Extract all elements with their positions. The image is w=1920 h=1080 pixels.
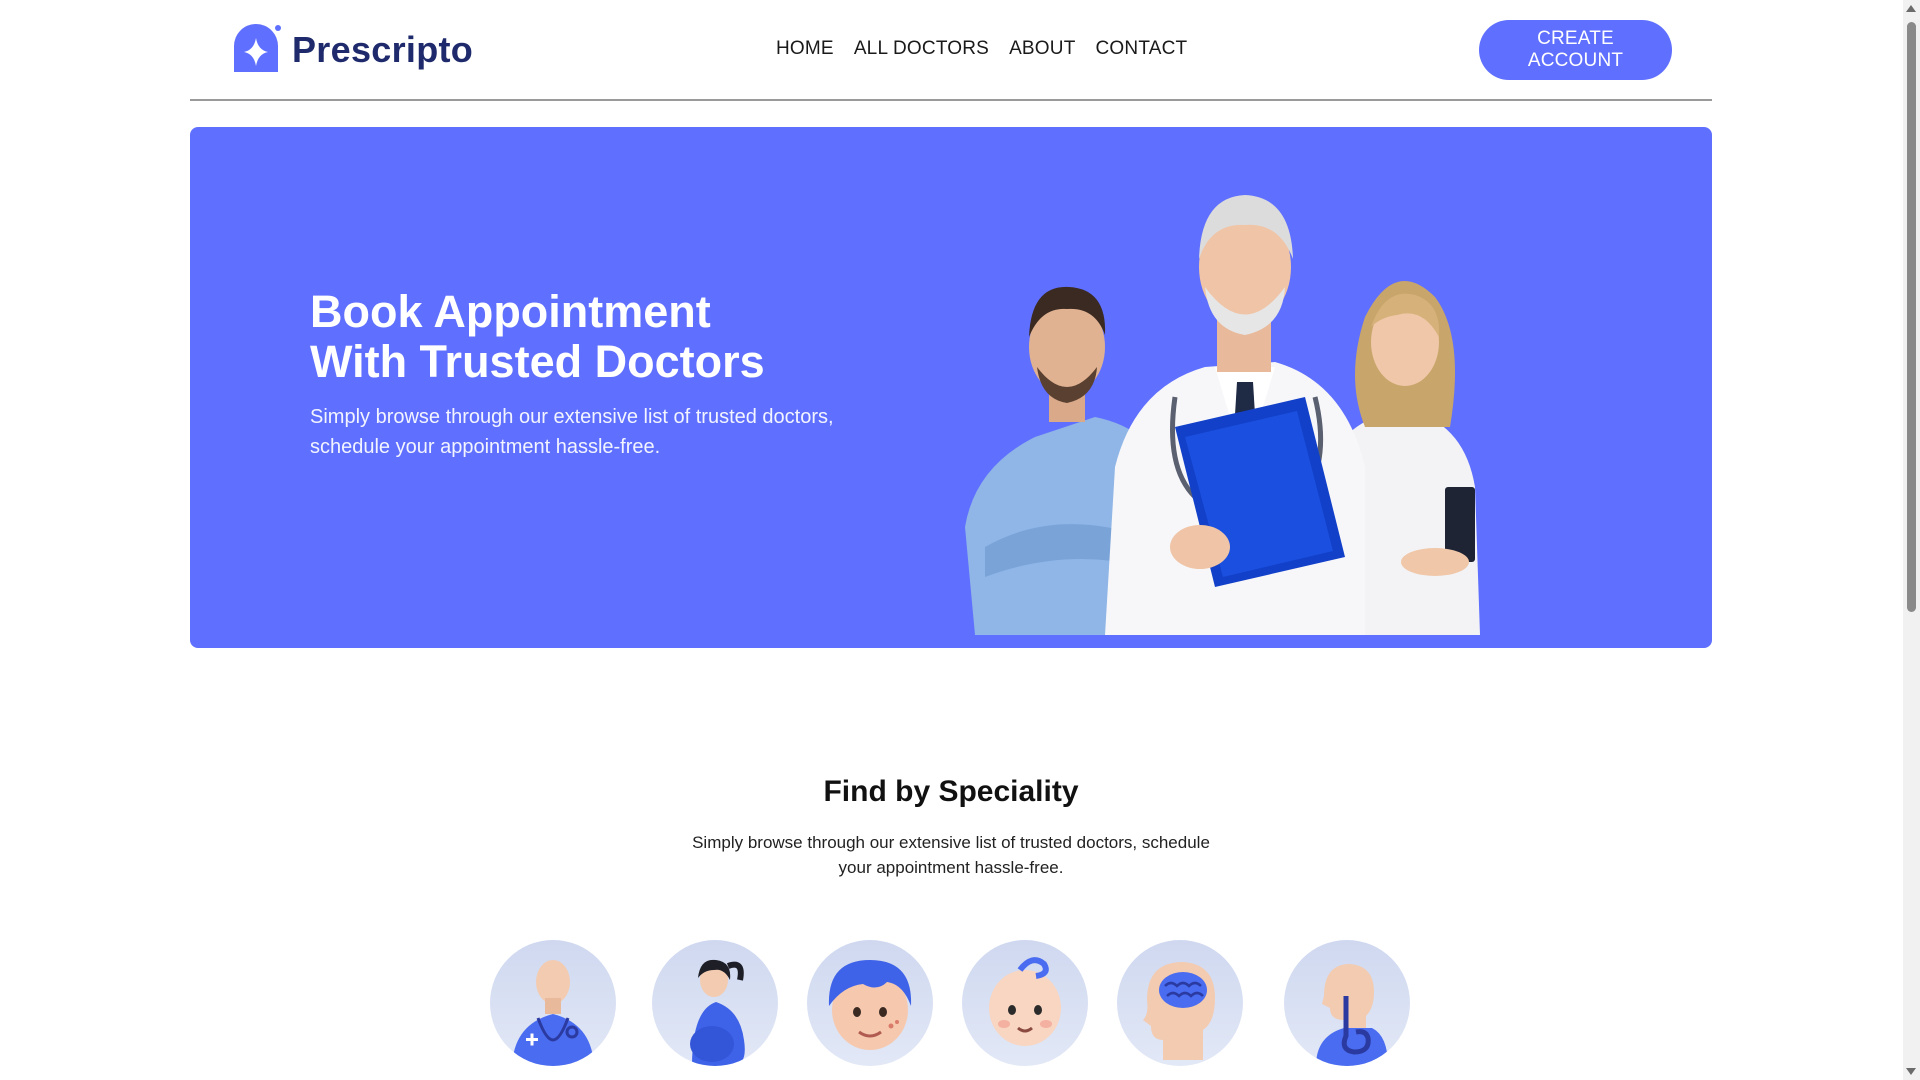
hero-subtitle-line2: schedule your appointment hassle-free. [310,436,661,458]
speciality-item-pediatrician[interactable] [962,940,1088,1066]
hero-subtitle: Simply browse through our extensive list… [310,402,870,462]
speciality-item-dermatologist[interactable] [807,940,933,1066]
hero-title-line2: With Trusted Doctors [310,336,765,387]
speciality-subtitle: Simply browse through our extensive list… [692,833,1210,877]
brand-name: Prescripto [292,29,474,70]
scroll-up-arrow-icon[interactable] [1906,5,1916,12]
dermatologist-icon [828,960,912,1050]
gynecologist-icon [690,959,745,1066]
speciality-item-gynecologist[interactable] [652,940,778,1066]
gastroenterologist-icon [1316,964,1388,1066]
hero-title: Book Appointment With Trusted Doctors [310,287,910,387]
logo[interactable]: Prescripto [230,24,473,76]
hero-subtitle-line1: Simply browse through our extensive list… [310,406,834,428]
page-scrollbar[interactable] [1903,0,1920,1080]
page: Prescripto HOME ALL DOCTORS ABOUT CONTAC… [190,0,1712,1066]
nav-all-doctors[interactable]: ALL DOCTORS [854,38,989,60]
speciality-list [490,940,1410,1066]
general-physician-icon [512,960,594,1066]
nav-links: HOME ALL DOCTORS ABOUT CONTACT [776,38,1187,60]
speciality-item-general-physician[interactable] [490,940,616,1066]
hero-title-line1: Book Appointment [310,286,711,337]
scroll-down-arrow-icon[interactable] [1906,1068,1916,1075]
nav-contact[interactable]: CONTACT [1096,38,1188,60]
speciality-item-neurologist[interactable] [1117,940,1243,1066]
create-account-button[interactable]: CREATE ACCOUNT [1479,20,1672,80]
hero-banner: Book Appointment With Trusted Doctors Si… [190,127,1712,648]
nav-about[interactable]: ABOUT [1009,38,1075,60]
pediatrician-icon [989,957,1061,1046]
scrollbar-thumb[interactable] [1907,22,1916,612]
neurologist-icon [1143,962,1215,1060]
nav-home[interactable]: HOME [776,38,834,60]
speciality-title: Find by Speciality [823,775,1079,808]
doctor-center-figure [1105,195,1365,635]
group-of-doctors-illustration [965,195,1480,635]
navbar: Prescripto HOME ALL DOCTORS ABOUT CONTAC… [190,0,1712,101]
speciality-item-gastroenterologist[interactable] [1284,940,1410,1066]
sparkle-pin-icon [234,24,281,72]
